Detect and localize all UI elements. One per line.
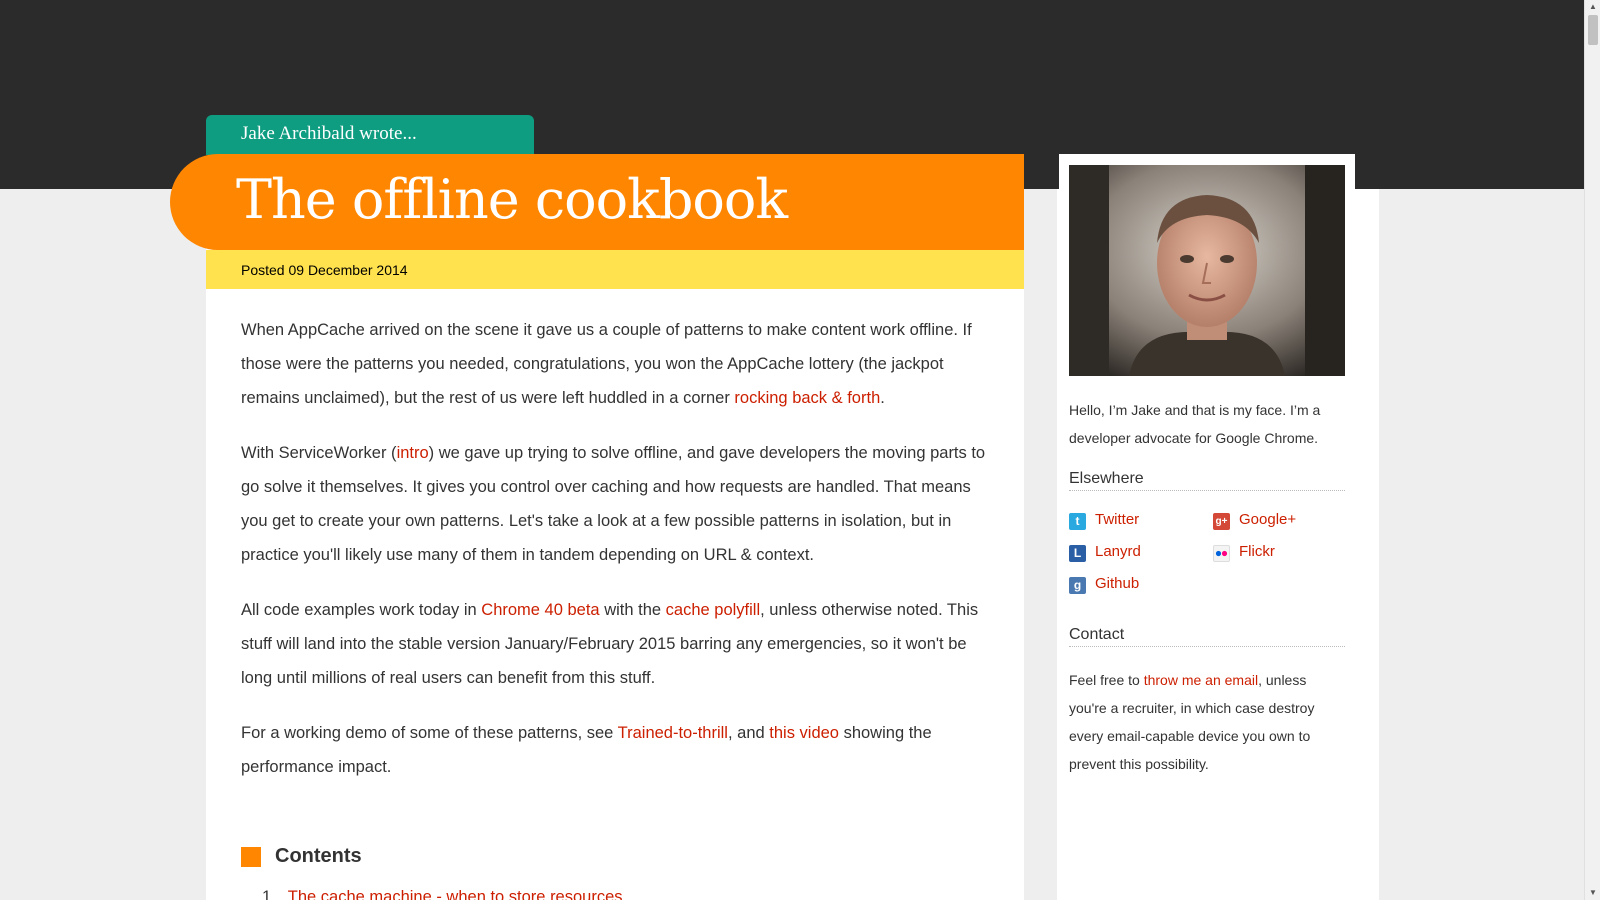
scrollbar[interactable]: ▲ ▼	[1584, 0, 1600, 900]
github-icon: g	[1069, 577, 1086, 594]
lanyrd-link[interactable]: Lanyrd	[1095, 543, 1141, 560]
paragraph: All code examples work today in Chrome 4…	[241, 601, 979, 687]
contact-text: Feel free to throw me an email, unless y…	[1069, 672, 1315, 772]
square-icon	[241, 847, 261, 867]
article-content: When AppCache arrived on the scene it ga…	[241, 313, 991, 805]
twitter-link[interactable]: Twitter	[1095, 511, 1139, 528]
paragraph: With ServiceWorker (intro) we gave up tr…	[241, 444, 986, 564]
flickr-icon	[1213, 545, 1230, 562]
scroll-up-icon[interactable]: ▲	[1585, 0, 1600, 14]
author-tab[interactable]: Jake Archibald wrote...	[206, 115, 534, 155]
sidebar-intro: Hello, I’m Jake and that is my face. I’m…	[1069, 402, 1321, 446]
flickr-link[interactable]: Flickr	[1239, 543, 1275, 560]
scroll-thumb[interactable]	[1588, 15, 1598, 45]
posted-date: Posted 09 December 2014	[206, 250, 1024, 289]
email-link[interactable]: throw me an email	[1144, 672, 1258, 688]
video-link[interactable]: this video	[769, 724, 839, 742]
title-banner: The offline cookbook	[170, 154, 1024, 250]
google-plus-link[interactable]: Google+	[1239, 511, 1296, 528]
lanyrd-icon: L	[1069, 545, 1086, 562]
paragraph: When AppCache arrived on the scene it ga…	[241, 321, 972, 407]
trained-to-thrill-link[interactable]: Trained-to-thrill	[618, 724, 728, 742]
google-plus-icon: g+	[1213, 513, 1230, 530]
avatar	[1069, 165, 1345, 376]
toc-link[interactable]: The cache machine - when to store resour…	[288, 888, 623, 900]
twitter-icon: t	[1069, 513, 1086, 530]
intro-link[interactable]: intro	[397, 444, 429, 462]
github-link[interactable]: Github	[1095, 575, 1139, 592]
paragraph: For a working demo of some of these patt…	[241, 724, 932, 776]
contact-heading: Contact	[1069, 626, 1345, 647]
chrome-beta-link[interactable]: Chrome 40 beta	[481, 601, 599, 619]
page-title: The offline cookbook	[236, 168, 788, 231]
scroll-down-icon[interactable]: ▼	[1585, 886, 1600, 900]
rocking-link[interactable]: rocking back & forth	[734, 389, 880, 407]
toc-item: 1. The cache machine - when to store reso…	[262, 888, 623, 900]
elsewhere-heading: Elsewhere	[1069, 470, 1345, 491]
cache-polyfill-link[interactable]: cache polyfill	[666, 601, 760, 619]
